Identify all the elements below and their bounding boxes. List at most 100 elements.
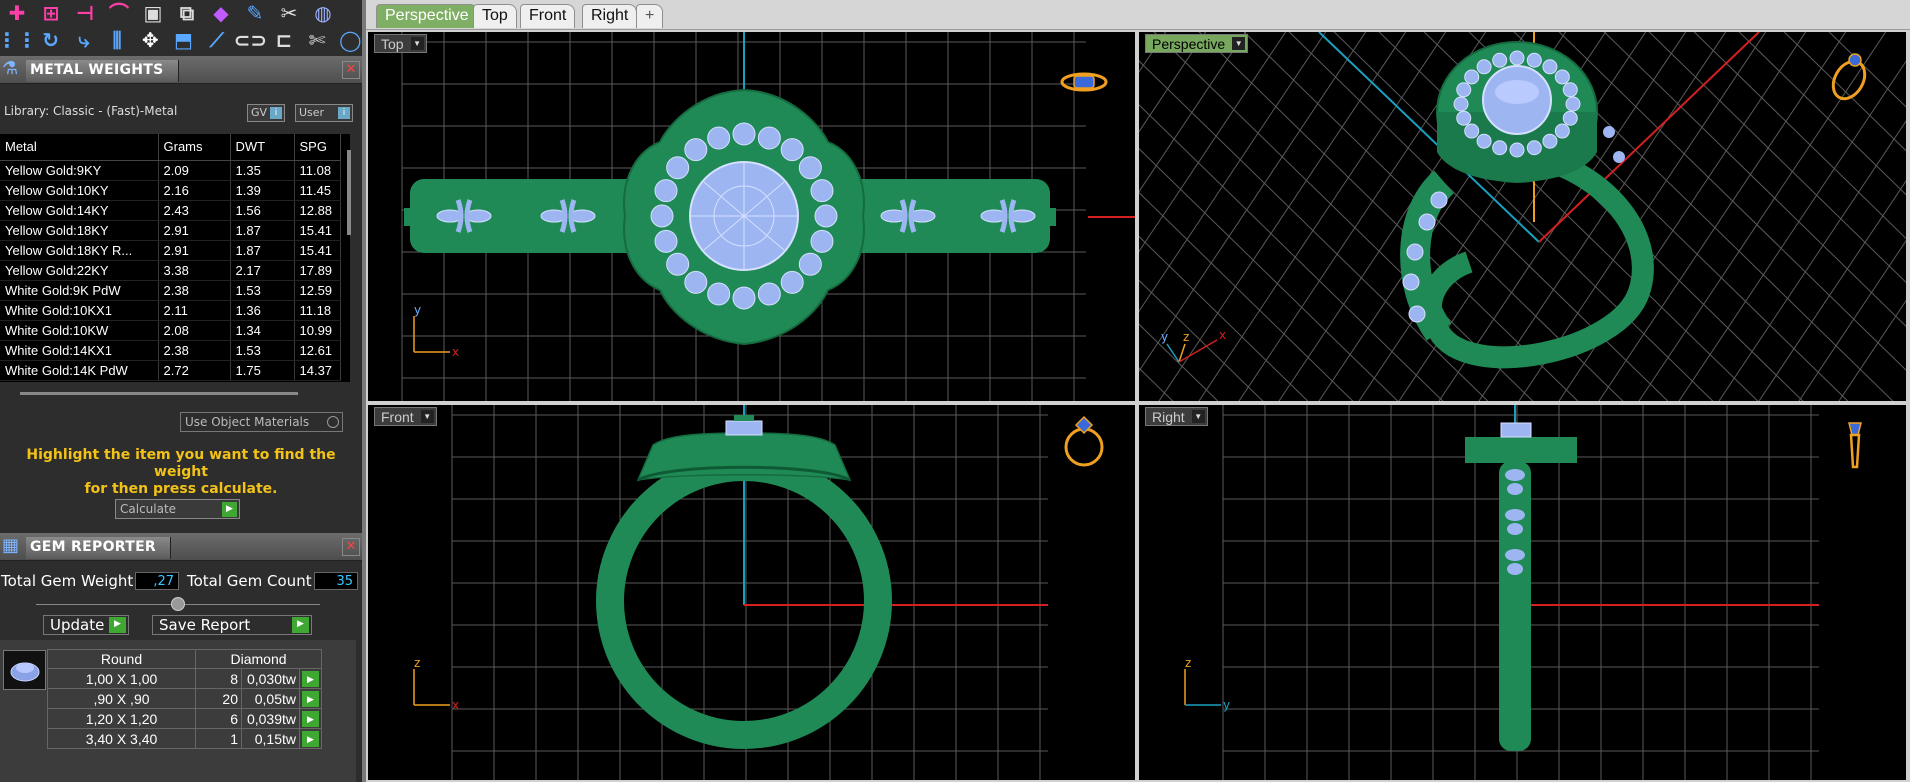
right-viewport-title: Right [1152, 409, 1185, 425]
col-dwt[interactable]: DWT [230, 134, 295, 161]
table-row[interactable]: Yellow Gold:18KY 2.91 1.87 15.41 [0, 220, 341, 241]
table-row[interactable]: Yellow Gold:10KY 2.16 1.39 11.45 [0, 180, 341, 201]
metal-name-cell: Yellow Gold:10KY [0, 180, 159, 201]
gem-list: Round Diamond 1,00 X 1,00 8 0,030tw ▶ ,90 X … [0, 640, 356, 782]
axis-y-label: y [414, 303, 421, 317]
gem-slider-knob[interactable] [171, 597, 185, 611]
snap-line-icon[interactable]: ⊣ [70, 0, 100, 26]
metal-table-scrollbar[interactable] [347, 150, 351, 235]
move-icon[interactable]: ✥ [136, 27, 165, 53]
gem-count-cell: 6 [195, 708, 242, 729]
library-label: Library: Classic - (Fast)-Metal [4, 104, 178, 118]
axis-z-label: z [1183, 330, 1189, 344]
perspective-viewport[interactable]: y z x Perspective ▼ [1137, 30, 1908, 403]
snap-point-icon[interactable]: ✚ [2, 0, 32, 26]
use-object-materials-option[interactable]: Use Object Materials [180, 412, 343, 432]
col-grams[interactable]: Grams [158, 134, 231, 161]
play-icon[interactable]: ▶ [302, 730, 319, 747]
tab-add-icon[interactable]: + [636, 4, 664, 28]
chevron-down-icon[interactable]: ▼ [1232, 37, 1246, 50]
user-label: User [299, 106, 325, 119]
chevron-down-icon[interactable]: ▼ [410, 37, 424, 50]
metal-weights-title: METAL WEIGHTS [26, 60, 179, 82]
snap-add-icon[interactable]: ⊞ [36, 0, 66, 26]
right-viewport-label[interactable]: Right ▼ [1145, 407, 1208, 426]
toolbar-row-1: ✚ ⊞ ⊣ ⌒ ▣ ⧉ ◆ ✎ ✂ ◍ [0, 0, 365, 26]
select-box-icon[interactable]: ▣ [138, 0, 168, 26]
close-icon[interactable]: ✕ [342, 61, 360, 79]
table-row[interactable]: White Gold:10KW 2.08 1.34 10.99 [0, 320, 341, 341]
front-viewport[interactable]: z x Front ▼ [366, 403, 1137, 782]
save-report-button[interactable]: Save Report ▶ [152, 615, 312, 635]
table-row[interactable]: White Gold:14KX1 2.38 1.53 12.61 [0, 340, 341, 361]
front-viewport-label[interactable]: Front ▼ [374, 407, 437, 426]
gem-shape: Round [47, 649, 196, 669]
eraser-icon[interactable]: ✂ [274, 0, 304, 26]
sphere-icon[interactable]: ◍ [308, 0, 338, 26]
gv-toggle[interactable]: GV i [247, 104, 285, 122]
metal-table-hscrollbar[interactable] [20, 392, 298, 395]
gem-select-cell: ▶ [299, 688, 322, 709]
metal-name-cell: Yellow Gold:18KY R... [0, 240, 159, 261]
radio-icon[interactable] [327, 416, 339, 428]
table-row[interactable]: Yellow Gold:22KY 3.38 2.17 17.89 [0, 260, 341, 281]
chevron-down-icon[interactable]: ▼ [420, 410, 434, 423]
pen-icon[interactable]: ✎ [240, 0, 270, 26]
snap-curve-icon[interactable]: ⌒ [104, 0, 134, 26]
gv-label: GV [251, 106, 268, 119]
ungroup-icon[interactable]: ⊏ [269, 27, 298, 53]
table-row[interactable]: White Gold:10KX1 2.11 1.36 11.18 [0, 300, 341, 321]
spg-cell: 15.41 [294, 240, 341, 261]
table-row[interactable]: Yellow Gold:14KY 2.43 1.56 12.88 [0, 200, 341, 221]
col-spg[interactable]: SPG [294, 134, 341, 161]
top-viewport-label[interactable]: Top ▼ [374, 34, 427, 53]
arc-icon[interactable]: ↻ [36, 27, 65, 53]
spg-cell: 12.88 [294, 200, 341, 221]
play-icon[interactable]: ▶ [302, 670, 319, 687]
scale-icon[interactable]: ⬒ [169, 27, 198, 53]
grid-icon[interactable]: ⋮⋮ [0, 27, 37, 53]
right-viewport[interactable]: z y Right ▼ [1137, 403, 1908, 782]
circle-icon[interactable]: ◯ [336, 27, 365, 53]
col-metal[interactable]: Metal [0, 134, 159, 161]
user-toggle[interactable]: User i [295, 104, 353, 122]
gem-row[interactable]: 3,40 X 3,40 1 0,15tw ▶ [47, 728, 322, 749]
axis-y-label: y [1161, 330, 1168, 344]
info-icon: i [338, 107, 350, 119]
group-icon[interactable]: ⊂⊃ [234, 27, 268, 53]
table-row[interactable]: White Gold:14K PdW 2.72 1.75 14.37 [0, 360, 341, 381]
metal-table: Metal Grams DWT SPG Yellow Gold:9KY 2.09 1… [0, 134, 341, 381]
update-button[interactable]: Update ▶ [43, 615, 129, 635]
tab-right[interactable]: Right [582, 4, 638, 28]
play-icon[interactable]: ▶ [302, 710, 319, 727]
ring-top-icon [1060, 72, 1108, 92]
gem-row[interactable]: ,90 X ,90 20 0,05tw ▶ [47, 688, 322, 709]
tab-perspective[interactable]: Perspective [376, 4, 478, 28]
table-row[interactable]: Yellow Gold:18KY R... 2.91 1.87 15.41 [0, 240, 341, 261]
view-tab-bar: Perspective Top Front Right + [366, 0, 1910, 30]
gem-select-cell: ▶ [299, 708, 322, 729]
cut-icon[interactable]: ✄ [303, 27, 332, 53]
spiral-icon[interactable]: ⤷ [69, 27, 98, 53]
calculate-button[interactable]: Calculate ▶ [115, 499, 240, 519]
spg-cell: 11.18 [294, 300, 341, 321]
render-icon[interactable]: ◆ [206, 0, 236, 26]
gem-weight-cell: 0,039tw [241, 708, 300, 729]
layer-icon[interactable]: ⧉ [172, 0, 202, 26]
chevron-down-icon[interactable]: ▼ [1191, 410, 1205, 423]
tab-top[interactable]: Top [473, 4, 517, 28]
gem-weight-cell: 0,15tw [241, 728, 300, 749]
play-icon[interactable]: ▶ [302, 690, 319, 707]
perspective-viewport-label[interactable]: Perspective ▼ [1145, 34, 1249, 53]
gem-table: Round Diamond 1,00 X 1,00 8 0,030tw ▶ ,90 X … [47, 649, 322, 749]
spg-cell: 17.89 [294, 260, 341, 281]
close-icon[interactable]: ✕ [342, 538, 360, 556]
table-row[interactable]: Yellow Gold:9KY 2.09 1.35 11.08 [0, 160, 341, 181]
align-icon[interactable]: ⫼ [102, 27, 131, 53]
gem-row[interactable]: 1,20 X 1,20 6 0,039tw ▶ [47, 708, 322, 729]
sweep-icon[interactable]: ⟋ [202, 27, 231, 53]
gem-row[interactable]: 1,00 X 1,00 8 0,030tw ▶ [47, 668, 322, 689]
tab-front[interactable]: Front [520, 4, 576, 28]
top-viewport[interactable]: y x Top ▼ [366, 30, 1137, 403]
table-row[interactable]: White Gold:9K PdW 2.38 1.53 12.59 [0, 280, 341, 301]
